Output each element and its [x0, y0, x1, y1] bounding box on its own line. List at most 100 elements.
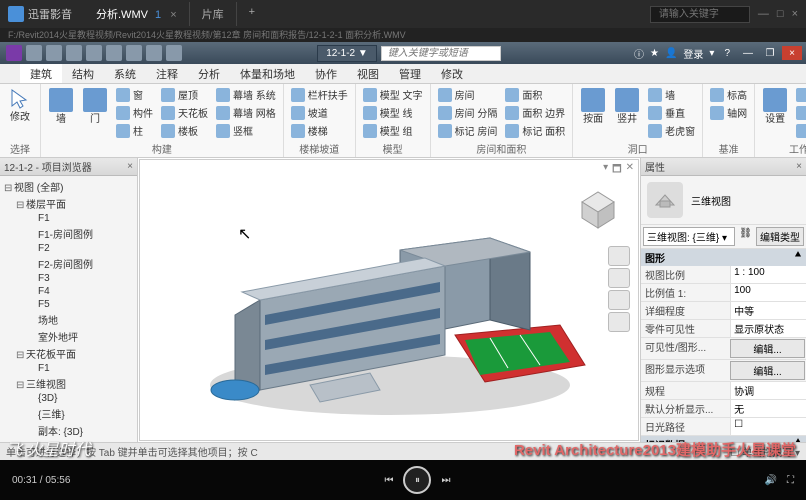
ribbon-tab-view[interactable]: 视图: [347, 64, 389, 83]
steering-wheel-icon[interactable]: [608, 246, 630, 266]
properties-grid[interactable]: 图形⯅视图比例1 : 100比例值 1:100详细程度中等零件可见性显示原状态可…: [641, 249, 806, 442]
tree-item[interactable]: ⊟楼层平面: [2, 195, 135, 212]
window-button[interactable]: 窗: [113, 86, 156, 103]
ceiling-button[interactable]: 天花板: [158, 104, 211, 121]
pan-icon[interactable]: [608, 268, 630, 288]
property-value[interactable]: ☐: [730, 418, 806, 435]
fullscreen-icon[interactable]: ⛶: [787, 475, 794, 486]
opening-dormer-button[interactable]: 老虎窗: [645, 122, 698, 139]
tree-item[interactable]: 场地: [2, 311, 135, 328]
door-button[interactable]: 门: [79, 86, 111, 127]
player-tab-active[interactable]: 分析.WMV 1 ×: [84, 2, 190, 26]
tree-item[interactable]: F2: [2, 242, 135, 255]
ribbon-tab-structure[interactable]: 结构: [62, 64, 104, 83]
view-instance-selector[interactable]: 三维视图: {三维} ▾: [643, 227, 735, 246]
tag-room-button[interactable]: 标记 房间: [435, 122, 501, 139]
qat-sync-icon[interactable]: [146, 45, 162, 61]
tree-item[interactable]: F2-房间图例: [2, 255, 135, 272]
property-edit-button[interactable]: 编辑...: [730, 361, 805, 380]
room-button[interactable]: 房间: [435, 86, 501, 103]
tree-item[interactable]: {三维}: [2, 405, 135, 422]
login-link[interactable]: 登录: [683, 46, 703, 61]
revit-restore-button[interactable]: ❐: [760, 46, 780, 60]
prev-track-icon[interactable]: ⏮: [384, 475, 393, 486]
qat-save-icon[interactable]: [46, 45, 62, 61]
qat-open-icon[interactable]: [26, 45, 42, 61]
curtain-system-button[interactable]: 幕墙 系统: [213, 86, 279, 103]
revit-minimize-button[interactable]: —: [738, 46, 758, 60]
model-group-button[interactable]: 模型 组: [360, 122, 426, 139]
roof-button[interactable]: 屋顶: [158, 86, 211, 103]
play-pause-button[interactable]: ⏸: [403, 466, 431, 494]
player-tab-library[interactable]: 片库: [190, 2, 237, 26]
minimize-icon[interactable]: —: [758, 8, 769, 20]
next-track-icon[interactable]: ⏭: [441, 475, 450, 486]
close-icon[interactable]: ×: [796, 161, 802, 172]
level-button[interactable]: 标高: [707, 86, 750, 103]
qat-more-icon[interactable]: [166, 45, 182, 61]
ribbon-tab-massing[interactable]: 体量和场地: [230, 64, 305, 83]
qat-print-icon[interactable]: [106, 45, 122, 61]
ramp-button[interactable]: 坡道: [288, 104, 351, 121]
close-icon[interactable]: ×: [170, 9, 176, 21]
modify-button[interactable]: 修改: [4, 86, 36, 125]
properties-type-selector[interactable]: 三维视图: [641, 176, 806, 225]
opening-vertical-button[interactable]: 垂直: [645, 104, 698, 121]
qat-redo-icon[interactable]: [86, 45, 102, 61]
wall-button[interactable]: 墙: [45, 86, 77, 127]
model-text-button[interactable]: 模型 文字: [360, 86, 426, 103]
property-edit-button[interactable]: 编辑...: [730, 339, 805, 358]
ribbon-tab-architecture[interactable]: 建筑: [20, 64, 62, 83]
tree-item[interactable]: F1-房间图例: [2, 225, 135, 242]
user-icon[interactable]: 👤: [665, 48, 677, 59]
model-line-button[interactable]: 模型 线: [360, 104, 426, 121]
tree-item[interactable]: 室内会议室: [2, 439, 135, 442]
property-value[interactable]: 100: [730, 284, 806, 301]
ribbon-tab-manage[interactable]: 管理: [389, 64, 431, 83]
app-menu-icon[interactable]: [6, 45, 22, 61]
tree-item[interactable]: ⊟视图 (全部): [2, 178, 135, 195]
viewer-button[interactable]: 查看器: [793, 122, 806, 139]
opening-wall-button[interactable]: 墙: [645, 86, 698, 103]
stair-button[interactable]: 楼梯: [288, 122, 351, 139]
column-button[interactable]: 柱: [113, 122, 156, 139]
tree-item[interactable]: F3: [2, 272, 135, 285]
tree-item[interactable]: F4: [2, 285, 135, 298]
workplane-show-button[interactable]: 显示: [793, 86, 806, 103]
opening-shaft-button[interactable]: 竖井: [611, 86, 643, 127]
help-icon[interactable]: ?: [724, 48, 730, 59]
tree-item[interactable]: ⊟天花板平面: [2, 345, 135, 362]
orbit-icon[interactable]: [608, 312, 630, 332]
component-button[interactable]: 构件: [113, 104, 156, 121]
mullion-button[interactable]: 竖框: [213, 122, 279, 139]
qat-undo-icon[interactable]: [66, 45, 82, 61]
star-icon[interactable]: ★: [650, 48, 659, 59]
viewport-close-icon[interactable]: ✕: [626, 162, 634, 179]
property-section-header[interactable]: 标识数据⯅: [641, 436, 806, 442]
property-value[interactable]: 1 : 100: [730, 266, 806, 283]
ribbon-tab-analyze[interactable]: 分析: [188, 64, 230, 83]
ref-plane-button[interactable]: 参照 平面: [793, 104, 806, 121]
tree-item[interactable]: F1: [2, 212, 135, 225]
ribbon-tab-systems[interactable]: 系统: [104, 64, 146, 83]
area-boundary-button[interactable]: 面积 边界: [502, 104, 568, 121]
room-sep-button[interactable]: 房间 分隔: [435, 104, 501, 121]
tree-item[interactable]: 室外地坪: [2, 328, 135, 345]
property-value[interactable]: 协调: [730, 382, 806, 399]
ribbon-tab-modify[interactable]: 修改: [431, 64, 473, 83]
tree-item[interactable]: 副本: {3D}: [2, 422, 135, 439]
viewport-3d[interactable]: ▾ 🗖 ✕ ↖: [139, 159, 639, 441]
qat-measure-icon[interactable]: [126, 45, 142, 61]
browser-tree[interactable]: ⊟视图 (全部)⊟楼层平面F1F1-房间图例F2F2-房间图例F3F4F5场地室…: [0, 176, 137, 442]
floor-button[interactable]: 楼板: [158, 122, 211, 139]
volume-icon[interactable]: 🔊: [765, 475, 777, 486]
revit-close-button[interactable]: ×: [782, 46, 802, 60]
curtain-grid-button[interactable]: 幕墙 网格: [213, 104, 279, 121]
property-section-header[interactable]: 图形⯅: [641, 249, 806, 266]
revit-help-search[interactable]: [381, 46, 501, 61]
dropdown-icon[interactable]: ▾: [709, 48, 714, 59]
close-icon[interactable]: ×: [127, 161, 133, 172]
tree-item[interactable]: {3D}: [2, 392, 135, 405]
area-button[interactable]: 面积: [502, 86, 568, 103]
tree-item[interactable]: ⊟三维视图: [2, 375, 135, 392]
